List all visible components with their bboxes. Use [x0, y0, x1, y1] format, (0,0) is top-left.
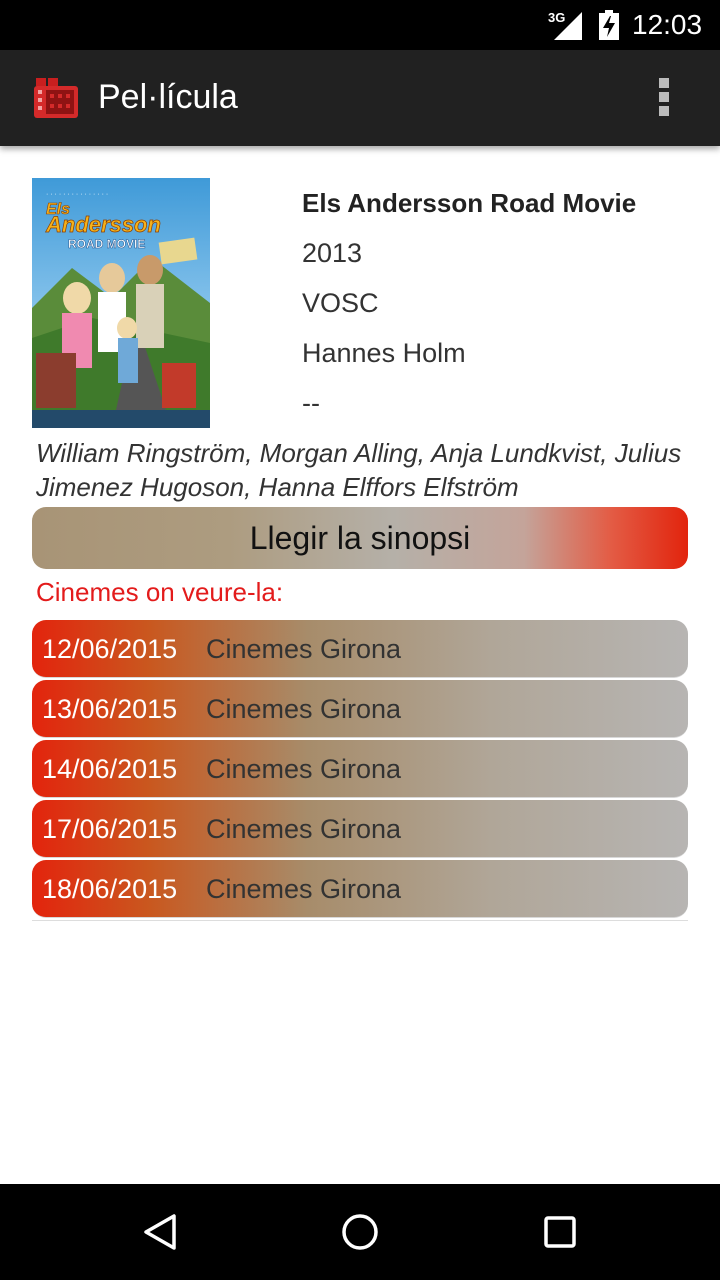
- home-icon[interactable]: [340, 1212, 380, 1252]
- screening-item[interactable]: 12/06/2015 Cinemes Girona: [32, 620, 688, 678]
- poster-tagline: · · · · · · · · · · · · · · ·: [46, 191, 108, 198]
- movie-year: 2013: [302, 238, 363, 268]
- screening-item[interactable]: 13/06/2015 Cinemes Girona: [32, 680, 688, 738]
- read-synopsis-button[interactable]: Llegir la sinopsi: [32, 507, 688, 569]
- screening-date: 14/06/2015: [42, 754, 178, 784]
- overflow-menu-icon[interactable]: [652, 74, 676, 122]
- movie-poster: · · · · · · · · · · · · · · · Els Anders…: [32, 178, 210, 428]
- movie-director: Hannes Holm: [302, 338, 466, 368]
- signal-icon: [554, 12, 582, 40]
- cinemas-label: Cinemes on veure-la:: [36, 577, 284, 607]
- clock: 12:03: [632, 9, 703, 40]
- list-divider: [32, 920, 688, 921]
- screening-date: 12/06/2015: [42, 634, 178, 664]
- screening-cinema: Cinemes Girona: [206, 814, 402, 844]
- app-bar: Pel·lícula: [0, 50, 720, 146]
- battery-charging-icon: [599, 10, 619, 40]
- screening-date: 17/06/2015: [42, 814, 178, 844]
- screening-item[interactable]: 17/06/2015 Cinemes Girona: [32, 800, 688, 858]
- screening-item[interactable]: 14/06/2015 Cinemes Girona: [32, 740, 688, 798]
- screening-cinema: Cinemes Girona: [206, 694, 402, 724]
- movie-version: VOSC: [302, 288, 379, 318]
- screenings-list: 12/06/2015 Cinemes Girona 13/06/2015 Cin…: [32, 620, 688, 921]
- poster-title-line2: Andersson: [45, 212, 161, 237]
- screening-cinema: Cinemes Girona: [206, 634, 402, 664]
- navigation-bar: [0, 1184, 720, 1280]
- page-title: Pel·lícula: [98, 78, 238, 116]
- recents-icon[interactable]: [540, 1212, 580, 1252]
- movie-title: Els Andersson Road Movie: [302, 188, 637, 218]
- screening-date: 13/06/2015: [42, 694, 178, 724]
- screening-cinema: Cinemes Girona: [206, 874, 402, 904]
- screening-item[interactable]: 18/06/2015 Cinemes Girona: [32, 860, 688, 918]
- screening-date: 18/06/2015: [42, 874, 178, 904]
- film-reel-icon: [34, 78, 78, 118]
- status-bar: 3G 12:03: [0, 0, 720, 50]
- movie-extra-info: --: [302, 388, 320, 418]
- back-icon[interactable]: [140, 1212, 180, 1252]
- movie-cast: William Ringström, Morgan Alling, Anja L…: [36, 438, 682, 502]
- screening-cinema: Cinemes Girona: [206, 754, 402, 784]
- poster-title-line3: ROAD MOVIE: [68, 237, 145, 251]
